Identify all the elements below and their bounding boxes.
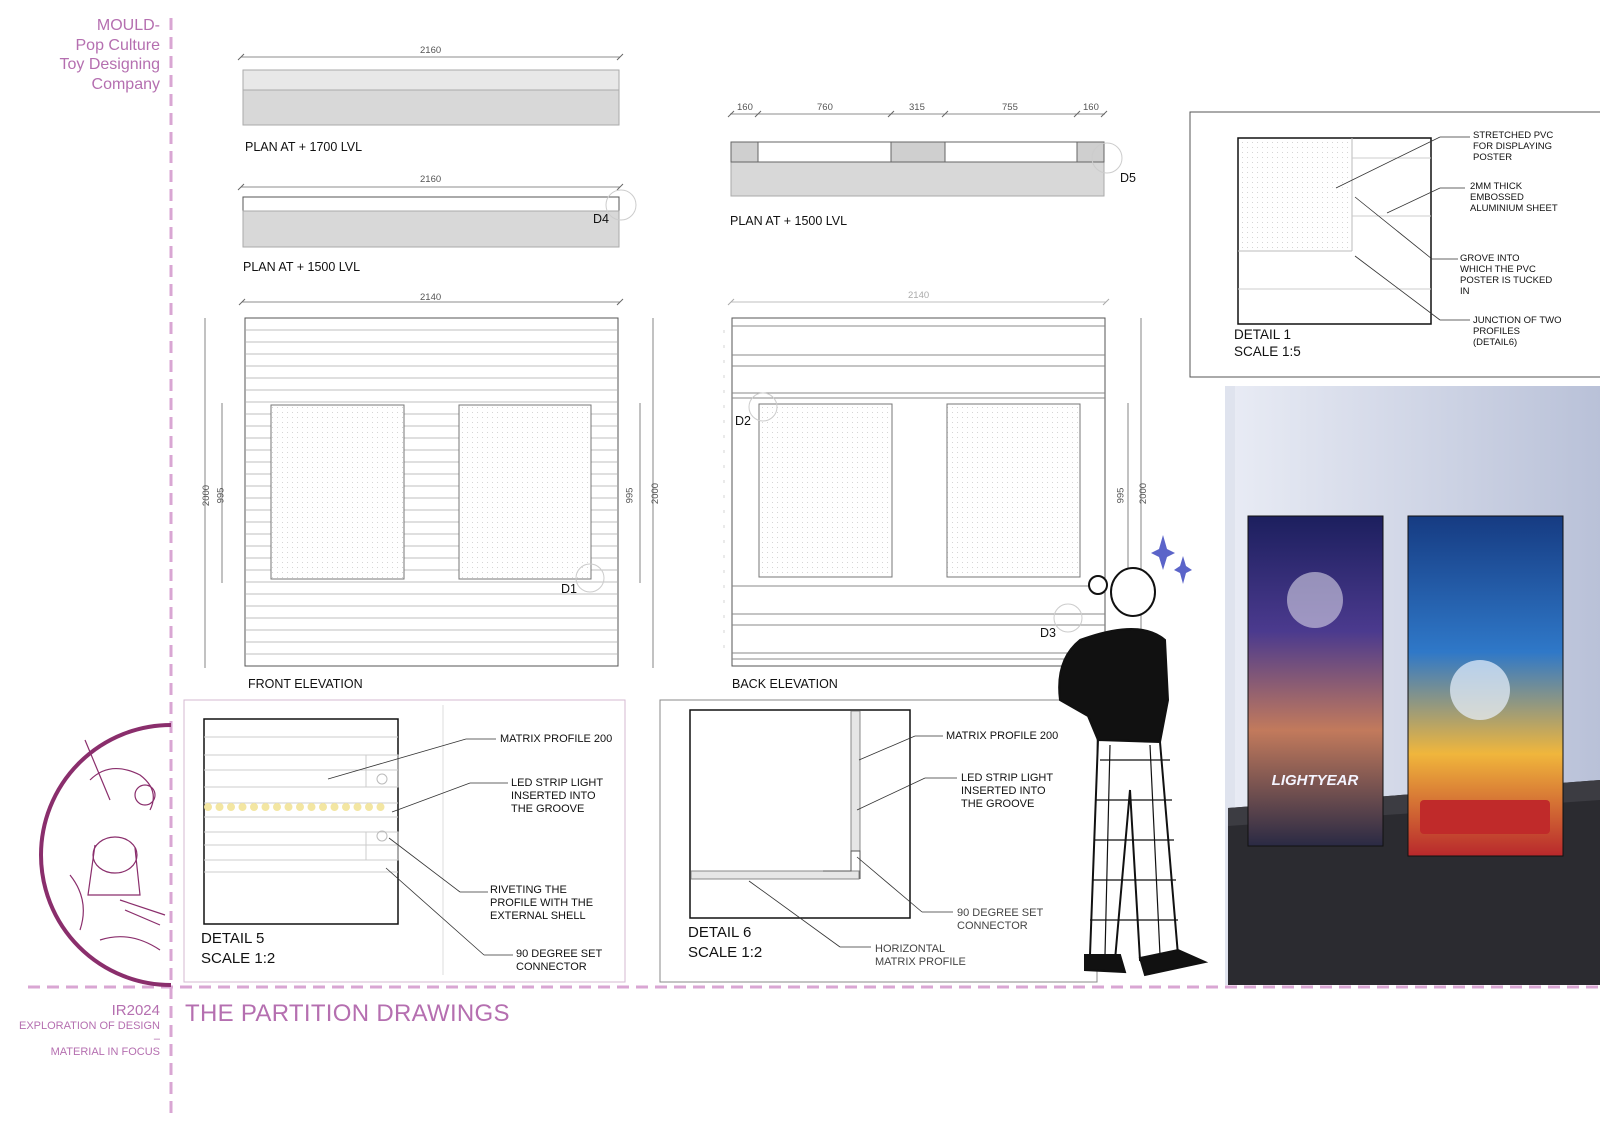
led-dot (353, 803, 362, 811)
plan-right-dim-5: 160 (1083, 102, 1099, 113)
footer-line-3: MATERIAL IN FOCUS (50, 1046, 160, 1058)
detail5-title: DETAIL 5 SCALE 1:2 (201, 929, 275, 969)
footer-line-2: – (153, 1033, 160, 1045)
poster-lightyear (1247, 515, 1384, 847)
detail5-note-led: LED STRIP LIGHT INSERTED INTO THE GROOVE (511, 777, 604, 815)
detail1-note-grove: GROVE INTO WHICH THE PVC POSTER IS TUCKE… (1460, 253, 1553, 297)
led-dot (238, 803, 247, 811)
led-dot (296, 803, 304, 811)
sparkle-icons (1151, 535, 1192, 584)
front-height-dim-left: 2000 (201, 484, 213, 507)
detail1-note-pvc: STRETCHED PVC FOR DISPLAYING POSTER (1473, 130, 1554, 163)
detail6-note-led: LED STRIP LIGHT INSERTED INTO THE GROOVE (961, 772, 1054, 810)
led-dot (261, 803, 270, 811)
svg-text:LIGHTYEAR: LIGHTYEAR (1272, 772, 1359, 789)
led-dot (376, 803, 385, 811)
plan-1700-label: PLAN AT + 1700 LVL (245, 140, 363, 154)
detail5-scale: SCALE 1:2 (201, 950, 276, 967)
back-elevation-drawing (723, 298, 1142, 668)
plan-1700-drawing (237, 53, 624, 126)
detail6-note-connector: 90 DEGREE SET CONNECTOR (957, 907, 1044, 932)
detail1-note-junction: JUNCTION OF TWO PROFILES (DETAIL6) (1473, 315, 1562, 348)
detail6-note-horizontal: HORIZONTAL MATRIX PROFILE (875, 943, 966, 968)
plan-1500-right-label: PLAN AT + 1500 LVL (730, 214, 848, 228)
brand-line-4: Company (91, 75, 160, 93)
detail6-note-matrix: MATRIX PROFILE 200 (946, 730, 1059, 742)
front-panel-dim-right: 995 (624, 487, 636, 504)
plan-1700-dim: 2160 (420, 45, 442, 56)
front-width-dim: 2140 (420, 292, 442, 303)
detail5-title-text: DETAIL 5 (201, 930, 265, 947)
footer-line-1: EXPLORATION OF DESIGN (19, 1020, 160, 1032)
plan-1500-left-dim: 2160 (420, 174, 442, 185)
detail1-scale: SCALE 1:5 (1234, 343, 1301, 359)
brand-line-2: Pop Culture (75, 36, 161, 54)
back-panel-dim: 995 (1115, 487, 1127, 504)
back-width-dim: 2140 (908, 290, 930, 301)
plan-right-dim-4: 755 (1002, 102, 1018, 113)
led-dot (342, 803, 350, 811)
company-name: MOULD- Pop Culture Toy Designing Company (20, 16, 161, 94)
brand-line-1: MOULD- (96, 17, 160, 34)
led-dot (227, 803, 235, 811)
led-dot (307, 803, 316, 811)
footer-code: IR2024 (111, 1002, 160, 1019)
partition-render: LIGHTYEAR (1225, 386, 1600, 985)
detail6-title-text: DETAIL 6 (688, 924, 752, 941)
front-elevation-drawing (204, 298, 654, 668)
led-dot (215, 803, 224, 811)
back-elevation-label: BACK ELEVATION (732, 677, 838, 691)
marker-d5: D5 (1120, 171, 1136, 185)
plan-right-dim-1: 160 (737, 102, 753, 113)
detail5-note-matrix: MATRIX PROFILE 200 (500, 733, 613, 745)
footer-subtitle: EXPLORATION OF DESIGN – MATERIAL IN FOCU… (6, 1020, 160, 1059)
plan-1500-right-drawing (727, 110, 1123, 197)
led-dot (250, 803, 258, 811)
plan-right-dim-2: 760 (817, 102, 833, 113)
marker-d3: D3 (1040, 626, 1056, 640)
plan-1500-left-label: PLAN AT + 1500 LVL (243, 260, 361, 274)
detail1-title: DETAIL 1 SCALE 1:5 (1234, 327, 1301, 360)
led-dot (284, 803, 293, 811)
led-dot (319, 803, 327, 811)
detail5-note-connector: 90 DEGREE SET CONNECTOR (516, 948, 603, 973)
detail1-title-text: DETAIL 1 (1234, 327, 1292, 342)
brand-line-3: Toy Designing (59, 56, 161, 73)
detail6-scale: SCALE 1:2 (688, 944, 763, 961)
back-height-dim: 2000 (1138, 482, 1150, 505)
detail5-note-riveting: RIVETING THE PROFILE WITH THE EXTERNAL S… (490, 884, 594, 922)
emblem-illustration (39, 723, 172, 987)
led-dot (330, 803, 339, 811)
front-panel-dim-left: 995 (215, 487, 227, 504)
led-dot (273, 803, 281, 811)
led-dot (204, 803, 212, 811)
front-elevation-label: FRONT ELEVATION (248, 677, 363, 691)
led-dot (365, 803, 373, 811)
marker-d4: D4 (593, 212, 609, 226)
page-title: THE PARTITION DRAWINGS (185, 1000, 510, 1027)
detail6-title: DETAIL 6 SCALE 1:2 (688, 923, 762, 963)
marker-d1: D1 (561, 582, 577, 596)
marker-d2: D2 (735, 414, 751, 428)
detail1-note-aluminium: 2MM THICK EMBOSSED ALUMINIUM SHEET (1470, 181, 1558, 214)
plan-right-dim-3: 315 (909, 102, 925, 113)
front-height-dim-right: 2000 (650, 482, 662, 505)
plan-1500-left-drawing (237, 183, 637, 248)
